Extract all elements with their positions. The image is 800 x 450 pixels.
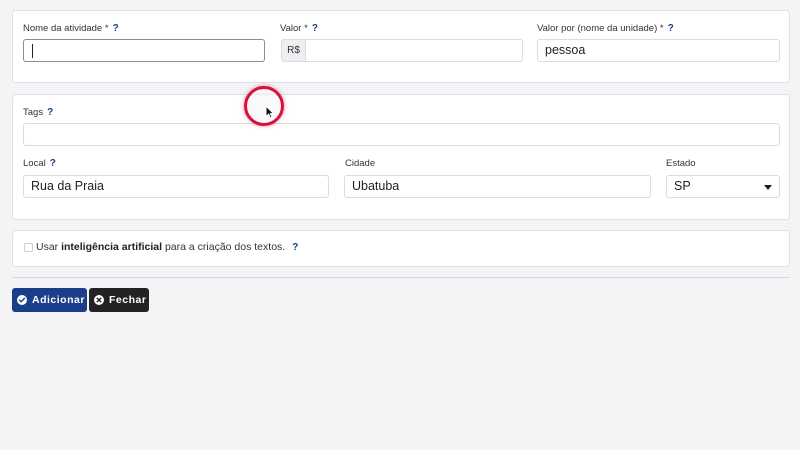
x-circle-icon: [94, 295, 104, 305]
ai-option-label[interactable]: Usar inteligência artificial para a cria…: [36, 241, 298, 253]
tags-input[interactable]: [23, 123, 780, 146]
chevron-down-icon: [764, 185, 772, 190]
activity-name-input[interactable]: [23, 39, 265, 62]
check-circle-icon: [17, 295, 27, 305]
ai-checkbox[interactable]: [24, 243, 33, 252]
activity-name-label: Nome da atividade *?: [23, 23, 119, 34]
cursor-click-highlight: [244, 86, 284, 126]
tags-help-icon[interactable]: ?: [47, 107, 53, 118]
activity-name-help-icon[interactable]: ?: [113, 23, 119, 34]
state-label: Estado: [666, 158, 696, 169]
price-per-unit-help-icon[interactable]: ?: [668, 23, 674, 34]
price-help-icon[interactable]: ?: [312, 23, 318, 34]
price-per-unit-label: Valor por (nome da unidade) *?: [537, 23, 674, 34]
ai-help-icon[interactable]: ?: [292, 242, 298, 253]
city-input[interactable]: Ubatuba: [344, 175, 651, 198]
price-input[interactable]: [305, 39, 523, 62]
close-button[interactable]: Fechar: [89, 288, 149, 312]
form-divider: [12, 277, 790, 278]
tags-label: Tags?: [23, 107, 54, 118]
text-caret: [32, 44, 33, 58]
price-per-unit-input[interactable]: pessoa: [537, 39, 780, 62]
mouse-pointer-icon: [265, 105, 275, 119]
location-help-icon[interactable]: ?: [50, 158, 56, 169]
city-label: Cidade: [345, 158, 376, 169]
activity-location-card: Tags? Local? Cidade Estado: [12, 94, 790, 220]
location-label: Local?: [23, 158, 56, 169]
currency-prefix: R$: [281, 39, 305, 62]
add-button[interactable]: Adicionar: [12, 288, 87, 312]
price-label: Valor *?: [280, 23, 318, 34]
location-input[interactable]: Rua da Praia: [23, 175, 329, 198]
state-select[interactable]: SP: [666, 175, 780, 198]
